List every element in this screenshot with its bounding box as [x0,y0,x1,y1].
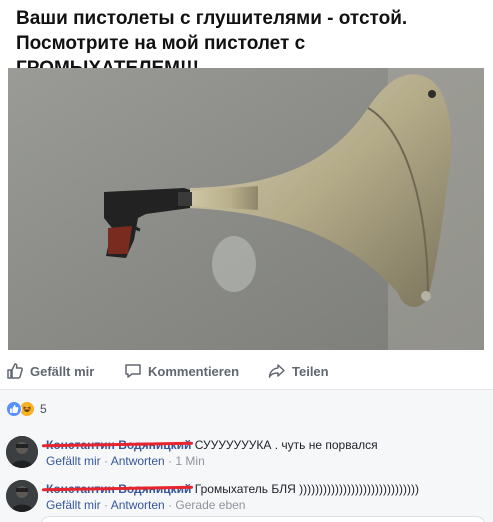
comment-reply-link[interactable]: Antworten [111,454,165,468]
reactions-summary[interactable]: 5 [6,400,47,418]
post-action-bar: Gefällt mir Kommentieren Teilen [0,352,493,390]
speech-bubble-icon [125,364,141,378]
facebook-post: Ваши пистолеты с глушителями - отстой. П… [0,0,493,522]
share-button[interactable]: Teilen [268,360,329,382]
comment-timestamp[interactable]: Gerade eben [175,498,245,512]
like-icon [6,401,22,417]
thumbs-up-icon [7,363,23,379]
like-button[interactable]: Gefällt mir [6,360,94,382]
comment-button-label: Kommentieren [148,363,240,379]
comment-text: Громыхатель БЛЯ ))))))))))))))))))))))))… [194,482,419,496]
meme-caption: Ваши пистолеты с глушителями - отстой. П… [8,0,484,79]
comment-reply-link[interactable]: Antworten [111,498,165,512]
comment-body: Константин Водяницкий СУУУУУУУКА . чуть … [46,438,378,452]
comment-timestamp[interactable]: 1 Min [175,454,204,468]
comment-meta: Gefällt mir · Antworten · 1 Min [46,454,205,468]
write-comment-input[interactable] [40,516,486,522]
gun-with-horn-illustration [8,68,484,350]
share-arrow-icon [268,364,285,378]
separator-dot: · [104,454,109,468]
comment-button[interactable]: Kommentieren [124,360,239,382]
meme-caption-line-1: Ваши пистолеты с глушителями - отстой. [16,8,408,29]
avatar[interactable] [6,436,38,468]
share-button-label: Teilen [292,363,329,379]
comment-meta: Gefällt mir · Antworten · Gerade eben [46,498,245,512]
separator-dot: · [168,454,173,468]
reaction-count[interactable]: 5 [40,402,47,416]
comment: Константин Водяницкий Громыхатель БЛЯ ))… [6,478,486,514]
separator-dot: · [104,498,109,512]
comment-author-redacted[interactable]: Константин Водяницкий [46,438,191,452]
comments-section: 5 Константин Водяницкий СУУУУУУУКА . чут… [0,390,493,522]
comment-text: СУУУУУУУКА . чуть не порвался [194,438,378,452]
comment: Константин Водяницкий СУУУУУУУКА . чуть … [6,434,486,470]
comment-author-redacted[interactable]: Константин Водяницкий [46,482,191,496]
separator-dot: · [168,498,173,512]
like-button-label: Gefällt mir [30,363,95,379]
avatar[interactable] [6,480,38,512]
comment-body: Константин Водяницкий Громыхатель БЛЯ ))… [46,482,419,496]
comment-like-link[interactable]: Gefällt mir [46,454,101,468]
comment-like-link[interactable]: Gefällt mir [46,498,101,512]
meme-photo[interactable] [8,68,484,350]
